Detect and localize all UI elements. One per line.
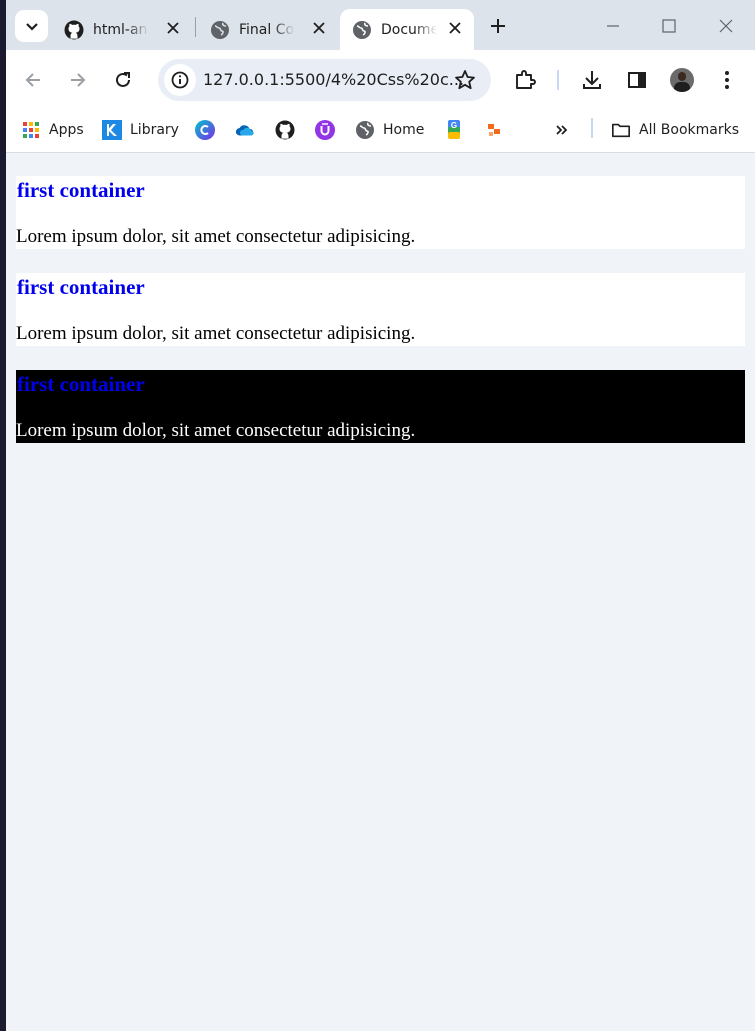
- bookmark-github[interactable]: [275, 117, 295, 143]
- close-icon[interactable]: [446, 19, 464, 37]
- bookmark-orange-app[interactable]: [484, 117, 504, 143]
- tab-search-button[interactable]: [15, 10, 48, 42]
- tab-strip: html-an Final Co Docume: [6, 0, 755, 50]
- u-icon: [315, 120, 335, 140]
- globe-icon: [210, 20, 230, 40]
- google-apps-icon: G: [444, 120, 464, 140]
- url-text[interactable]: 127.0.0.1:5500/4%20Css%20c...: [203, 70, 464, 89]
- toolbar: 127.0.0.1:5500/4%20Css%20c...: [6, 50, 755, 110]
- apps-grid-icon: [21, 120, 41, 140]
- container-heading: first container: [17, 372, 145, 396]
- bookmark-star-icon[interactable]: [453, 68, 477, 92]
- container-text: Lorem ipsum dolor, sit amet consectetur …: [16, 420, 416, 441]
- onedrive-icon: [235, 120, 255, 140]
- container-3: first container Lorem ipsum dolor, sit a…: [16, 370, 745, 443]
- double-chevron-right-icon: [552, 120, 572, 140]
- new-tab-button[interactable]: [486, 14, 510, 38]
- close-window-button[interactable]: [714, 14, 738, 38]
- side-panel-icon: [628, 72, 646, 88]
- reload-icon: [116, 72, 130, 87]
- globe-icon: [352, 20, 372, 40]
- address-bar[interactable]: 127.0.0.1:5500/4%20Css%20c...: [158, 59, 491, 101]
- bookmark-u[interactable]: [315, 117, 335, 143]
- folder-icon: [611, 120, 631, 140]
- menu-button[interactable]: [715, 68, 739, 92]
- close-icon[interactable]: [164, 19, 182, 37]
- svg-text:G: G: [451, 121, 457, 130]
- bookmark-label: Home: [383, 122, 425, 138]
- side-panel-button[interactable]: [625, 68, 649, 92]
- downloads-button[interactable]: [580, 68, 604, 92]
- back-button[interactable]: [21, 68, 45, 92]
- bookmark-canva[interactable]: [195, 117, 215, 143]
- plus-icon: [491, 19, 505, 33]
- extensions-button[interactable]: [513, 68, 537, 92]
- arrow-right-icon: [71, 73, 86, 87]
- github-icon: [64, 20, 84, 40]
- chevron-down-icon: [25, 23, 38, 31]
- bookmarks-bar: Apps Library Home G All Bookmarks: [6, 110, 755, 153]
- site-info-icon[interactable]: [164, 64, 196, 96]
- close-icon: [719, 19, 733, 33]
- bookmark-home[interactable]: Home: [355, 117, 424, 143]
- orange-app-icon: [484, 120, 504, 140]
- tab-title: Docume: [381, 21, 437, 38]
- bookmarks-overflow-button[interactable]: [552, 117, 572, 143]
- tab-final[interactable]: Final Co: [198, 9, 338, 50]
- minimize-icon: [607, 25, 619, 27]
- bookmark-label: Library: [130, 122, 179, 138]
- arrow-left-icon: [25, 73, 40, 87]
- all-bookmarks-label: All Bookmarks: [639, 122, 740, 138]
- bookmark-apps[interactable]: Apps: [21, 117, 84, 143]
- tab-title: html-an: [93, 21, 148, 38]
- bookmark-onedrive[interactable]: [235, 117, 255, 143]
- github-icon: [275, 120, 295, 140]
- puzzle-icon: [516, 70, 536, 89]
- globe-icon: [355, 120, 375, 140]
- bookmark-library[interactable]: Library: [102, 117, 179, 143]
- container-2: first container Lorem ipsum dolor, sit a…: [16, 273, 745, 346]
- canva-icon: [195, 120, 215, 140]
- maximize-icon: [662, 19, 676, 33]
- tab-title: Final Co: [239, 21, 295, 38]
- library-icon: [102, 120, 122, 140]
- minimize-button[interactable]: [601, 14, 625, 38]
- maximize-button[interactable]: [657, 14, 681, 38]
- close-icon[interactable]: [310, 19, 328, 37]
- tab-document[interactable]: Docume: [340, 9, 474, 50]
- download-icon: [583, 71, 601, 89]
- toolbar-divider: [557, 70, 559, 90]
- container-heading: first container: [17, 275, 145, 299]
- all-bookmarks-button[interactable]: All Bookmarks: [611, 117, 739, 143]
- reload-button[interactable]: [111, 68, 135, 92]
- bookmark-google-app[interactable]: G: [444, 117, 464, 143]
- bookmarks-separator: [591, 118, 593, 138]
- container-heading: first container: [17, 178, 145, 202]
- bookmark-label: Apps: [49, 122, 84, 138]
- container-text: Lorem ipsum dolor, sit amet consectetur …: [16, 226, 416, 247]
- container-text: Lorem ipsum dolor, sit amet consectetur …: [16, 323, 416, 344]
- browser-window: html-an Final Co Docume 127.0.0.1:5500/4…: [6, 0, 755, 1031]
- tab-separator: [195, 17, 196, 37]
- profile-avatar[interactable]: [670, 68, 694, 92]
- tab-github[interactable]: html-an: [52, 9, 192, 50]
- more-vert-icon: [725, 71, 729, 89]
- container-1: first container Lorem ipsum dolor, sit a…: [16, 176, 745, 249]
- forward-button[interactable]: [66, 68, 90, 92]
- page-content: first container Lorem ipsum dolor, sit a…: [6, 153, 755, 1031]
